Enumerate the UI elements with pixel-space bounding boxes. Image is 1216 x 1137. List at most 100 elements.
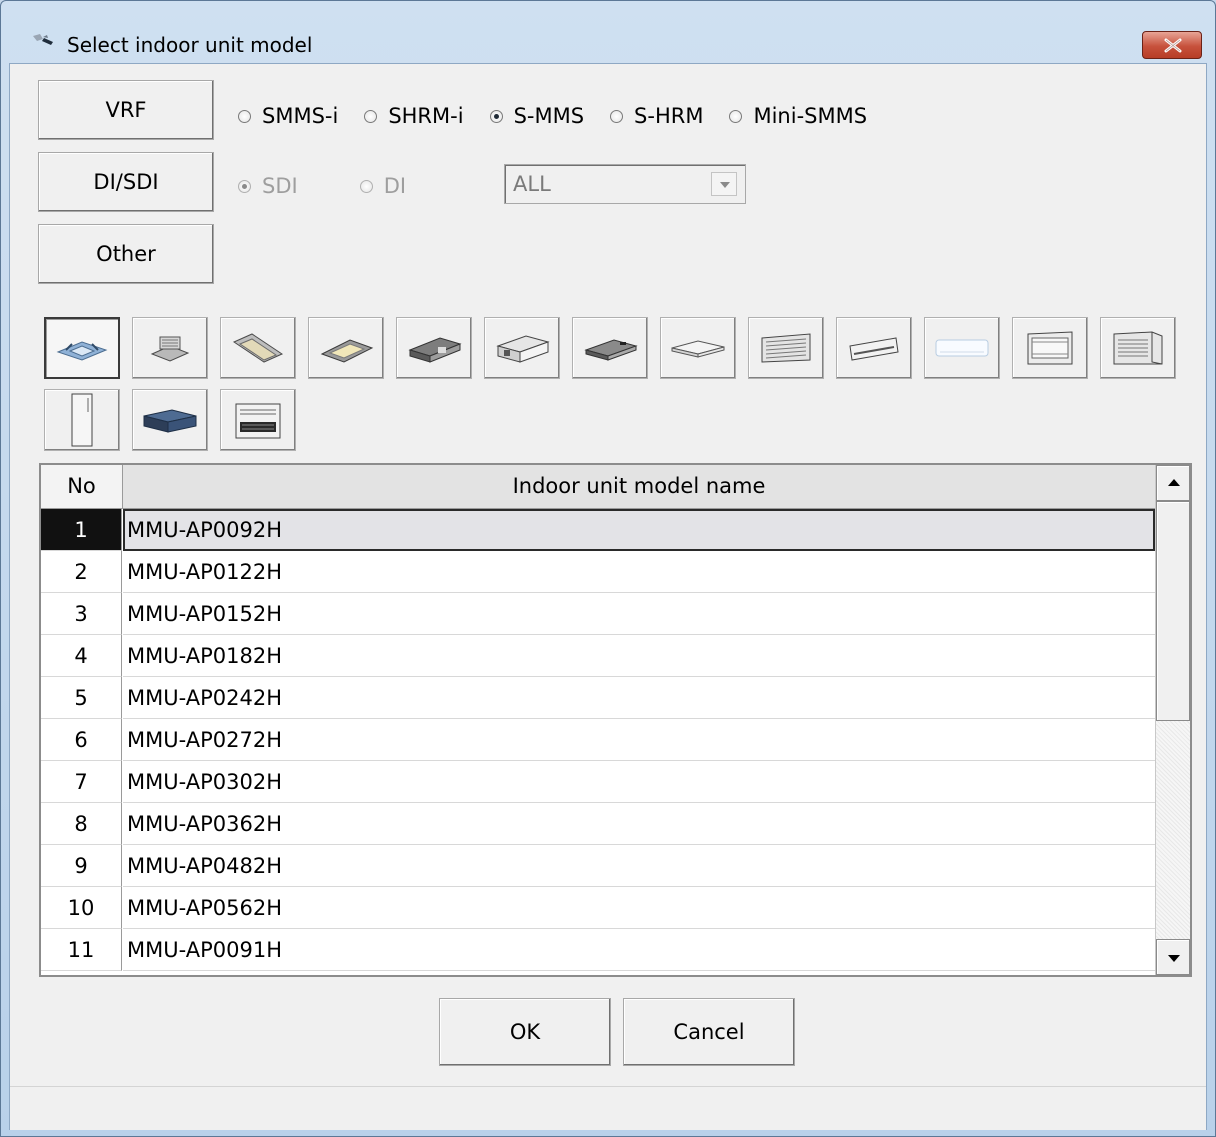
model-name-cell[interactable]: MMU-AP0562H [123, 887, 1155, 929]
radio-dot-shrm-i [364, 109, 378, 123]
di-sdi-button[interactable]: DI/SDI [38, 152, 214, 212]
console-button[interactable] [220, 389, 296, 451]
app-icon [33, 34, 53, 45]
model-name-cell[interactable]: MMU-AP0482H [123, 845, 1155, 887]
table-row[interactable]: 11 MMU-AP0091H [41, 929, 1155, 971]
high-wall-grille-icon [761, 333, 811, 363]
model-name-cell[interactable]: MMU-AP0302H [123, 761, 1155, 803]
4-way-cassette-button[interactable] [44, 317, 120, 379]
radio-s-mms[interactable]: S-MMS [489, 104, 585, 128]
radio-label-sdi: SDI [262, 174, 298, 198]
floor-standing-cabinet-button[interactable] [1012, 317, 1088, 379]
floor-standing-concealed-button[interactable] [1100, 317, 1176, 379]
model-name-cell[interactable]: MMU-AP0152H [123, 593, 1155, 635]
model-name-cell[interactable]: MMU-AP0362H [123, 803, 1155, 845]
slim-duct-icon [584, 339, 638, 361]
scrollbar-thumb[interactable] [1156, 501, 1190, 721]
radio-sdi[interactable]: SDI [238, 174, 298, 198]
table-header: No Indoor unit model name [41, 465, 1155, 509]
high-wall-icon [849, 337, 899, 361]
row-number: 5 [41, 677, 122, 719]
high-wall-grille-button[interactable] [748, 317, 824, 379]
table-row[interactable]: 3 MMU-AP0152H [41, 593, 1155, 635]
model-name-cell[interactable]: MMU-AP0122H [123, 551, 1155, 593]
scroll-down-button[interactable] [1156, 939, 1190, 975]
radio-di[interactable]: DI [359, 174, 407, 198]
row-number: 9 [41, 845, 122, 887]
title-bar[interactable]: Select indoor unit model [1, 1, 1215, 59]
floor-standing-tall-icon [71, 393, 93, 447]
ceiling-suspended-button[interactable] [660, 317, 736, 379]
4-way-cassette-icon [56, 341, 108, 361]
other-button[interactable]: Other [38, 224, 214, 284]
table-row[interactable]: 2 MMU-AP0122H [41, 551, 1155, 593]
floor-standing-tall-button[interactable] [44, 389, 120, 451]
cancel-button[interactable]: Cancel [623, 998, 795, 1066]
radio-label-di: DI [383, 174, 407, 198]
table-vertical-scrollbar[interactable] [1155, 465, 1190, 975]
radio-dot-di [359, 179, 373, 193]
close-button[interactable] [1142, 31, 1202, 59]
dialog-client-area: VRF DI/SDI Other SMMS-i SHRM-i S-MMS S-H… [9, 63, 1207, 1130]
row-number: 2 [41, 551, 122, 593]
dialog-window: Select indoor unit model VRF DI/SDI Othe… [0, 0, 1216, 1137]
model-name-cell[interactable]: MMU-AP0091H [123, 929, 1155, 971]
compact-4-way-cassette-icon [150, 336, 190, 362]
high-wall-compact-button[interactable] [924, 317, 1000, 379]
row-number: 3 [41, 593, 122, 635]
model-name-cell[interactable]: MMU-AP0272H [123, 719, 1155, 761]
radio-s-hrm[interactable]: S-HRM [610, 104, 703, 128]
scroll-up-button[interactable] [1156, 465, 1190, 501]
radio-shrm-i[interactable]: SHRM-i [364, 104, 464, 128]
radio-smms-i[interactable]: SMMS-i [238, 104, 338, 128]
row-number: 1 [41, 509, 122, 551]
table-row[interactable]: 1 MMU-AP0092H [41, 509, 1155, 551]
1-way-cassette-icon [320, 339, 374, 363]
high-wall-compact-icon [935, 339, 989, 357]
console-icon [235, 403, 281, 439]
di-sdi-filter-dropdown[interactable]: ALL [504, 164, 746, 204]
model-name-cell[interactable]: MMU-AP0242H [123, 677, 1155, 719]
fresh-air-intake-button[interactable] [132, 389, 208, 451]
table-row[interactable]: 4 MMU-AP0182H [41, 635, 1155, 677]
di-sdi-radio-group: SDI DI [238, 171, 406, 201]
2-way-cassette-button[interactable] [220, 317, 296, 379]
concealed-duct-standard-button[interactable] [484, 317, 560, 379]
model-name-cell[interactable]: MMU-AP0182H [123, 635, 1155, 677]
ok-button[interactable]: OK [439, 998, 611, 1066]
radio-dot-s-mms [489, 109, 503, 123]
radio-dot-smms-i [238, 109, 251, 123]
radio-label-s-hrm: S-HRM [634, 104, 704, 128]
column-header-model-name[interactable]: Indoor unit model name [123, 465, 1155, 509]
table-row[interactable]: 6 MMU-AP0272H [41, 719, 1155, 761]
row-number: 8 [41, 803, 122, 845]
table-row[interactable]: 7 MMU-AP0302H [41, 761, 1155, 803]
floor-standing-cabinet-icon [1027, 331, 1073, 365]
vrf-series-radio-group: SMMS-i SHRM-i S-MMS S-HRM Mini-SMMS [238, 101, 867, 131]
radio-label-shrm-i: SHRM-i [388, 104, 464, 128]
model-name-cell[interactable]: MMU-AP0092H [123, 509, 1155, 551]
table-row[interactable]: 5 MMU-AP0242H [41, 677, 1155, 719]
table-row[interactable]: 10 MMU-AP0562H [41, 887, 1155, 929]
slim-duct-button[interactable] [572, 317, 648, 379]
radio-mini-smms[interactable]: Mini-SMMS [729, 104, 867, 128]
radio-label-s-mms: S-MMS [513, 104, 585, 128]
column-header-no[interactable]: No [41, 465, 123, 509]
row-number: 6 [41, 719, 122, 761]
radio-dot-sdi [238, 179, 251, 193]
1-way-cassette-button[interactable] [308, 317, 384, 379]
table-row[interactable]: 9 MMU-AP0482H [41, 845, 1155, 887]
radio-dot-s-hrm [610, 109, 624, 123]
vrf-button[interactable]: VRF [38, 80, 214, 140]
chevron-down-icon[interactable] [711, 172, 737, 196]
compact-4-way-cassette-button[interactable] [132, 317, 208, 379]
fresh-air-intake-icon [143, 409, 197, 433]
row-number: 11 [41, 929, 122, 971]
radio-label-mini-smms: Mini-SMMS [753, 104, 868, 128]
radio-label-smms-i: SMMS-i [262, 104, 339, 128]
table-row[interactable]: 8 MMU-AP0362H [41, 803, 1155, 845]
row-number: 7 [41, 761, 122, 803]
concealed-duct-high-static-button[interactable] [396, 317, 472, 379]
high-wall-button[interactable] [836, 317, 912, 379]
dropdown-value: ALL [513, 172, 551, 196]
